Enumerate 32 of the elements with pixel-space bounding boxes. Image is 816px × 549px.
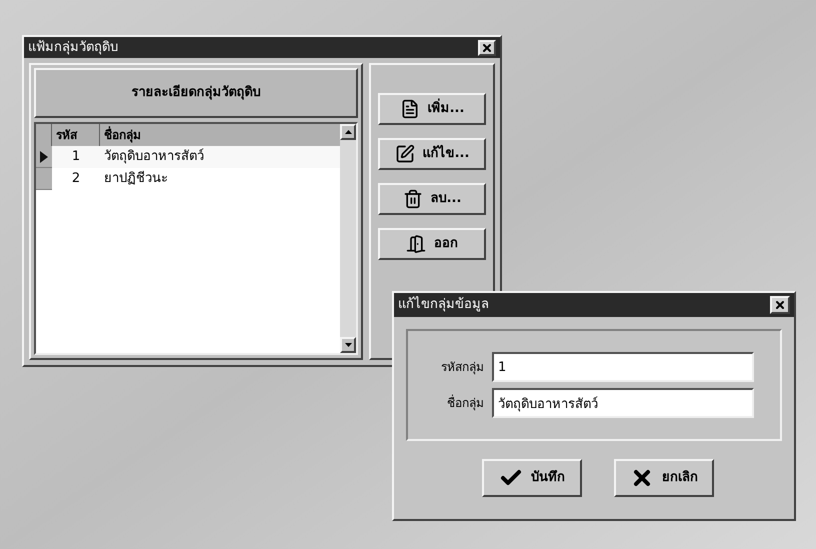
edit-button[interactable]: แก้ไข... (378, 138, 486, 170)
close-icon (481, 42, 493, 54)
table-cell-text: ยาปฏิชีวนะ (103, 170, 169, 188)
scrollbar[interactable] (340, 124, 356, 353)
dialog-title: แก้ไขกลุ่มข้อมูล (398, 295, 489, 314)
table-cell-text: วัตถุดิบอาหารสัตว์ (103, 148, 205, 166)
save-button[interactable]: บันทึก (482, 459, 582, 497)
close-button[interactable] (478, 40, 496, 56)
add-button[interactable]: เพิ่ม... (378, 93, 486, 125)
delete-button[interactable]: ลบ... (378, 183, 486, 215)
close-button[interactable] (770, 296, 790, 314)
exit-button[interactable]: ออก (378, 228, 486, 260)
trash-icon (402, 189, 423, 209)
scroll-up-icon (344, 130, 352, 134)
panel-heading: รายละเอียดกลุ่มวัตถุดิบ (132, 84, 260, 102)
table-cell-text: 1 (70, 148, 82, 166)
window-title: แฟ้มกลุ่มวัตถุดิบ (28, 38, 118, 57)
close-icon (774, 299, 786, 311)
document-icon (400, 99, 420, 119)
table-cell-text: 2 (70, 170, 82, 188)
table-row[interactable]: 2 ยาปฏิชีวนะ (36, 168, 340, 190)
cancel-button[interactable]: ยกเลิก (614, 459, 714, 497)
input-field[interactable]: 1 (492, 352, 754, 382)
column-header[interactable]: ชื่อกลุ่ม (100, 124, 340, 146)
input-field[interactable]: วัตถุดิบอาหารสัตว์ (492, 388, 754, 418)
table-row[interactable]: 1 วัตถุดิบอาหารสัตว์ (36, 146, 340, 168)
row-pointer-icon (40, 150, 48, 162)
field-label: ชื่อกลุ่ม (446, 394, 484, 412)
scroll-down-icon (344, 343, 352, 347)
pencil-icon (394, 144, 415, 164)
field-label: รหัสกลุ่ม (440, 359, 484, 376)
door-icon (406, 234, 426, 254)
